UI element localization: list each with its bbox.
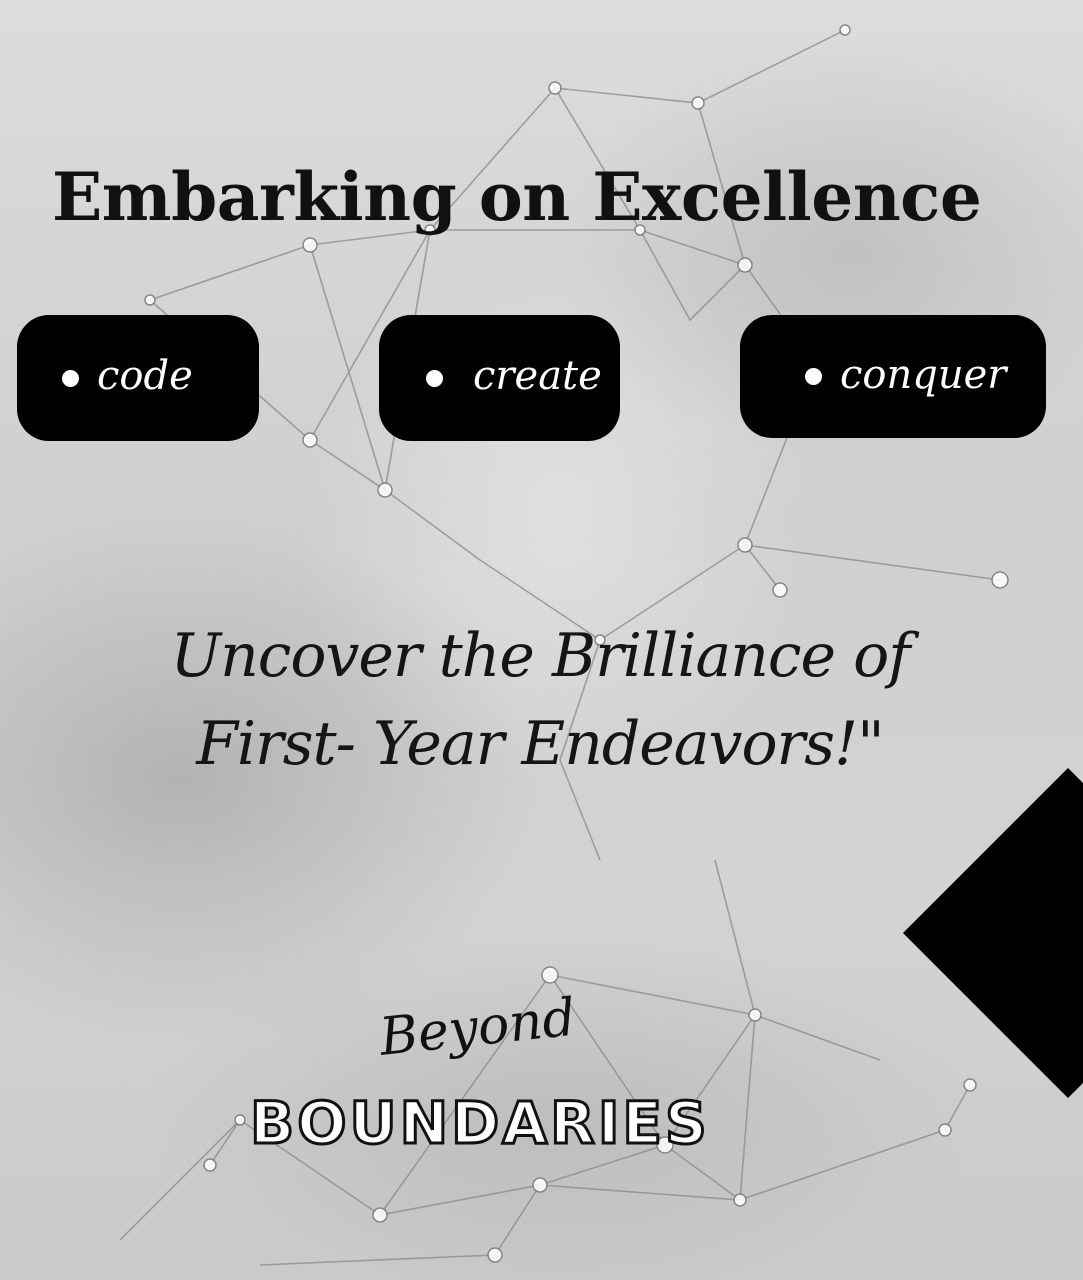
tagline-line-2: First- Year Endeavors!"	[196, 709, 885, 779]
pill-label: create	[473, 353, 602, 399]
bullet-dot-icon	[426, 369, 443, 387]
bullet-dot-icon	[62, 369, 79, 387]
pill-create: create	[379, 315, 620, 441]
logo-block-text: BOUNDARIES	[249, 1088, 710, 1159]
black-diamond-shape	[903, 768, 1083, 1098]
pill-label: conquer	[840, 351, 1007, 398]
pill-label: code	[97, 353, 193, 399]
bullet-dot-icon	[805, 368, 822, 385]
pill-conquer: conquer	[740, 315, 1046, 438]
headline: Embarking on Excellence	[52, 158, 982, 236]
tagline: Uncover the Brilliance of First- Year En…	[80, 612, 1000, 788]
poster: Embarking on Excellence code create conq…	[0, 0, 1083, 1280]
tagline-line-1: Uncover the Brilliance of	[170, 621, 911, 691]
pill-code: code	[17, 315, 259, 441]
